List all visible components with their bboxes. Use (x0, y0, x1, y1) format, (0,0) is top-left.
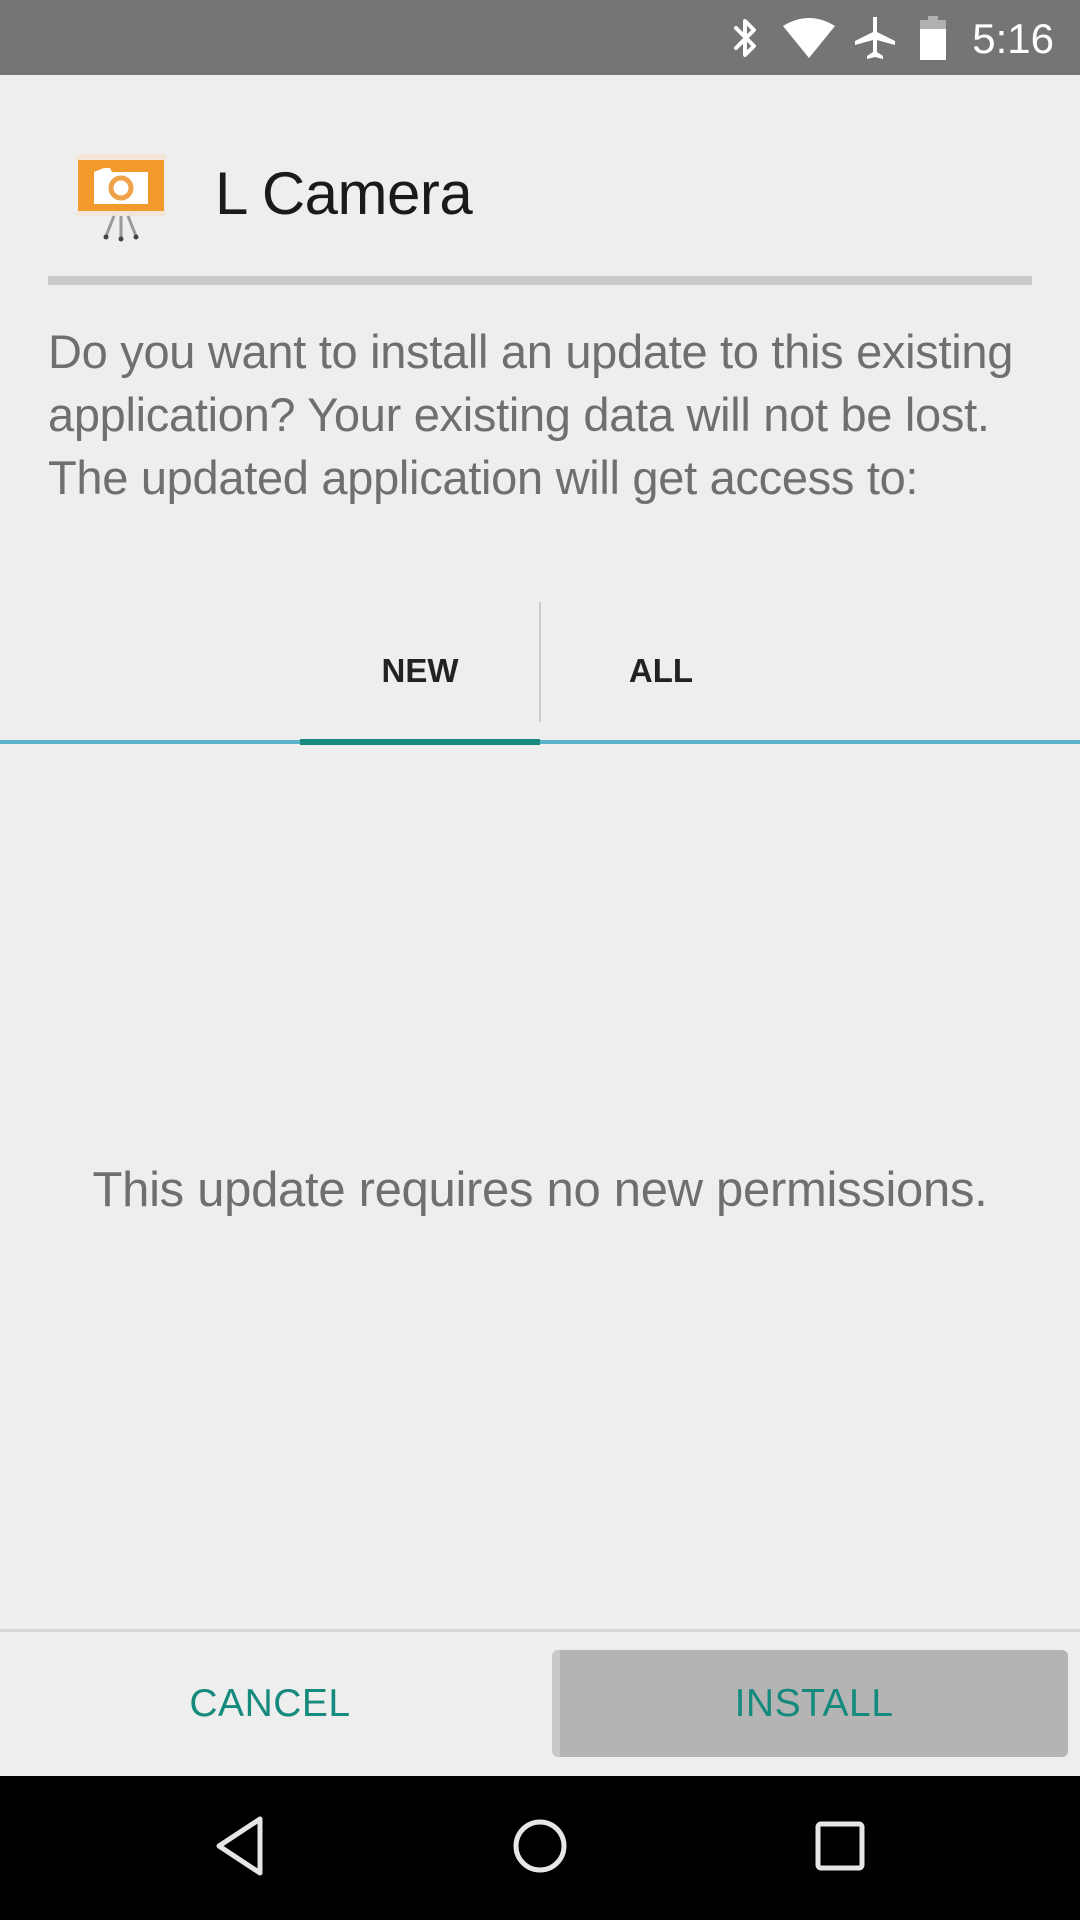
cancel-button[interactable]: CANCEL (0, 1650, 540, 1757)
tab-new[interactable]: NEW (300, 600, 540, 742)
install-message: Do you want to install an update to this… (48, 325, 1014, 504)
status-time: 5:16 (972, 15, 1054, 62)
camera-presentation-icon (74, 150, 168, 242)
permission-tabs: NEW ALL (0, 600, 1080, 746)
battery-icon (918, 0, 948, 75)
button-bar-divider (0, 1629, 1080, 1632)
home-icon (511, 1817, 569, 1880)
header-divider (48, 276, 1032, 285)
status-bar: 5:16 (0, 0, 1080, 75)
install-dialog-screen: 5:16 L Camera Do you want to install an … (0, 0, 1080, 1920)
app-title: L Camera (215, 160, 473, 227)
install-button[interactable]: INSTALL (552, 1650, 1068, 1757)
back-button[interactable] (160, 1776, 320, 1920)
navigation-bar (0, 1776, 1080, 1920)
tab-selected-indicator (300, 739, 540, 745)
airplane-mode-icon (852, 0, 898, 75)
wifi-icon (778, 0, 840, 75)
permissions-message: This update requires no new permissions. (92, 1163, 988, 1217)
tab-all[interactable]: ALL (541, 600, 781, 742)
home-button[interactable] (460, 1776, 620, 1920)
tab-baseline (0, 740, 1080, 744)
back-icon (213, 1815, 267, 1882)
bluetooth-icon (728, 0, 764, 75)
recents-icon (814, 1820, 866, 1877)
recents-button[interactable] (760, 1776, 920, 1920)
